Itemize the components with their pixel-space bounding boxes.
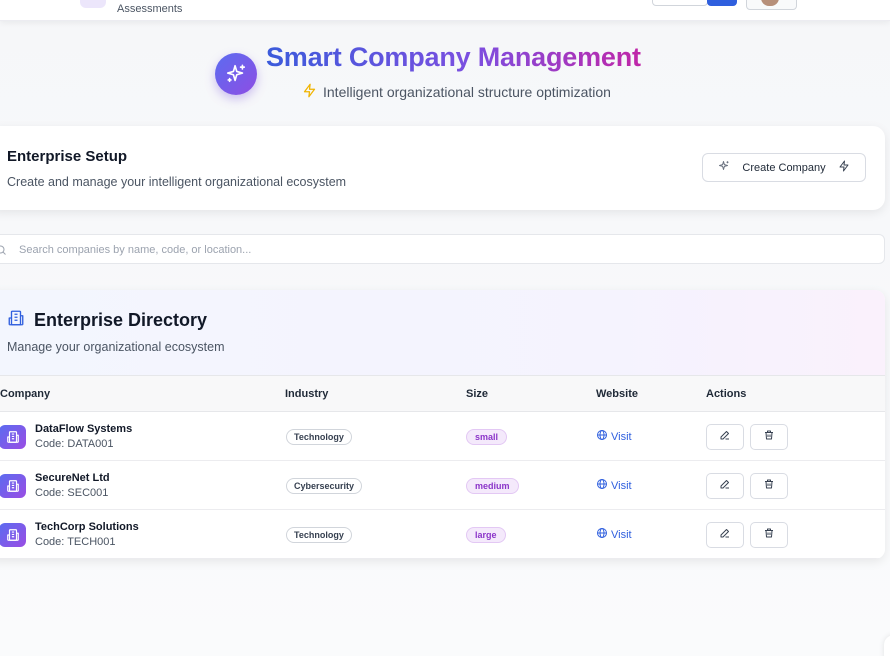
enterprise-setup-card: Enterprise Setup Create and manage your … <box>0 126 885 210</box>
trash-icon <box>763 526 775 544</box>
header-primary-button[interactable] <box>707 0 737 6</box>
floating-widget[interactable] <box>884 635 890 656</box>
globe-icon <box>596 478 608 493</box>
directory-description: Manage your organizational ecosystem <box>7 340 225 354</box>
size-badge: large <box>466 527 506 543</box>
column-header-actions: Actions <box>706 388 747 400</box>
pencil-icon <box>719 526 731 544</box>
building-icon <box>0 474 26 498</box>
lightning-icon <box>838 160 850 175</box>
header-secondary-button[interactable] <box>652 0 708 6</box>
building-icon <box>0 523 26 547</box>
website-link-label: Visit <box>611 479 632 492</box>
globe-icon <box>596 527 608 542</box>
website-link[interactable]: Visit <box>596 527 632 542</box>
website-link-label: Visit <box>611 528 632 541</box>
directory-title: Enterprise Directory <box>34 310 208 330</box>
industry-badge: Technology <box>286 429 352 445</box>
building-icon <box>7 309 25 332</box>
create-company-button[interactable]: Create Company <box>702 153 866 182</box>
avatar <box>761 0 779 6</box>
column-header-website[interactable]: Website <box>596 388 638 400</box>
enterprise-directory-card: Enterprise Directory Manage your organiz… <box>0 290 885 559</box>
company-code: Code: TECH001 <box>35 536 116 548</box>
website-link[interactable]: Visit <box>596 429 632 444</box>
globe-icon <box>596 429 608 444</box>
sparkles-icon <box>718 160 730 175</box>
table-row[interactable]: TechCorp Solutions Code: TECH001 Technol… <box>0 510 885 559</box>
website-link[interactable]: Visit <box>596 478 632 493</box>
search-input[interactable] <box>19 241 859 259</box>
table-row[interactable]: DataFlow Systems Code: DATA001 Technolog… <box>0 412 885 461</box>
setup-title: Enterprise Setup <box>7 148 128 165</box>
user-menu-button[interactable] <box>746 0 797 10</box>
industry-badge: Technology <box>286 527 352 543</box>
search-bar <box>0 234 885 264</box>
column-header-company[interactable]: Company <box>0 388 50 400</box>
page-subtitle-text: Intelligent organizational structure opt… <box>323 84 611 100</box>
company-name: DataFlow Systems <box>35 423 133 435</box>
lightning-icon <box>302 83 317 101</box>
delete-button[interactable] <box>750 424 788 450</box>
size-badge: medium <box>466 478 519 494</box>
delete-button[interactable] <box>750 473 788 499</box>
hero-sparkles-icon <box>215 53 257 95</box>
website-link-label: Visit <box>611 430 632 443</box>
app-logo[interactable] <box>80 0 106 8</box>
trash-icon <box>763 428 775 446</box>
page-title: Smart Company Management <box>266 42 641 72</box>
column-header-size[interactable]: Size <box>466 388 488 400</box>
pencil-icon <box>719 428 731 446</box>
building-icon <box>0 425 26 449</box>
company-name: TechCorp Solutions <box>35 521 139 533</box>
table-row[interactable]: SecureNet Ltd Code: SEC001 Cybersecurity… <box>0 461 885 510</box>
column-header-industry[interactable]: Industry <box>285 388 328 400</box>
app-subtitle: Assessments <box>117 3 183 15</box>
edit-button[interactable] <box>706 473 744 499</box>
company-code: Code: SEC001 <box>35 487 109 499</box>
table-header: Company Industry Size Website Actions <box>0 375 885 412</box>
search-icon <box>0 243 7 261</box>
industry-badge: Cybersecurity <box>286 478 363 494</box>
size-badge: small <box>466 429 508 445</box>
company-name: SecureNet Ltd <box>35 472 110 484</box>
directory-title-row: Enterprise Directory <box>7 309 207 332</box>
setup-description: Create and manage your intelligent organ… <box>7 175 347 189</box>
delete-button[interactable] <box>750 522 788 548</box>
pencil-icon <box>719 477 731 495</box>
edit-button[interactable] <box>706 522 744 548</box>
edit-button[interactable] <box>706 424 744 450</box>
create-company-label: Create Company <box>742 161 826 174</box>
trash-icon <box>763 477 775 495</box>
top-navigation-bar: Assessments <box>0 0 890 21</box>
page-subtitle: Intelligent organizational structure opt… <box>302 83 611 101</box>
directory-header: Enterprise Directory Manage your organiz… <box>0 290 885 375</box>
company-code: Code: DATA001 <box>35 438 114 450</box>
